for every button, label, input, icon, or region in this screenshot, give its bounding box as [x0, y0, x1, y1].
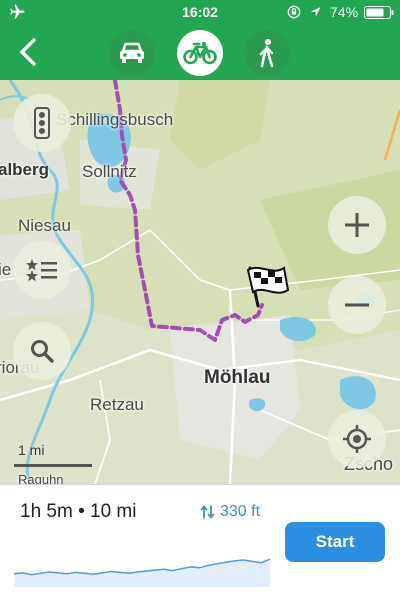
map-search-button[interactable] [13, 322, 71, 380]
car-mode-button[interactable] [109, 30, 155, 76]
bookmarks-list-icon [26, 259, 57, 282]
status-bar: 16:02 74% [0, 0, 400, 24]
map-label-raguhn: Raguhn [18, 472, 64, 484]
map-view[interactable]: Schillingsbusch Sollnitz alberg Niesau i… [0, 80, 400, 484]
map-scale: 1 mi [14, 442, 92, 470]
elevation-gain: 330 ft [200, 503, 260, 521]
traffic-light-icon [34, 107, 50, 139]
my-location-icon [343, 425, 371, 453]
zoom-out-icon [345, 303, 369, 307]
map-label-mohlau: Möhlau [204, 367, 271, 388]
map-label-ie: ie [0, 260, 12, 279]
map-label-alberg: alberg [0, 160, 50, 179]
zoom-in-button[interactable] [328, 196, 386, 254]
up-down-arrows-icon [200, 505, 215, 519]
elevation-gain-value: 330 ft [220, 503, 261, 520]
elevation-profile[interactable] [14, 533, 270, 587]
battery-percent: 74% [330, 4, 359, 20]
map-label-sollnitz: Sollnitz [82, 162, 137, 181]
my-location-button[interactable] [328, 410, 386, 468]
back-button[interactable] [10, 32, 46, 72]
start-button[interactable]: Start [285, 522, 385, 562]
map-label-schillingsbusch: Schillingsbusch [56, 110, 174, 129]
pedestrian-icon [259, 39, 274, 68]
location-arrow-icon [310, 7, 321, 17]
scale-label: 1 mi [18, 442, 45, 458]
route-mode-bar [0, 24, 400, 80]
search-icon [31, 340, 54, 363]
walking-mode-button[interactable] [244, 30, 290, 76]
car-icon [120, 42, 144, 63]
zoom-in-icon [345, 213, 369, 237]
battery-icon [364, 6, 394, 19]
bicycle-mode-button[interactable] [177, 30, 223, 76]
map-label-niesau: Niesau [18, 216, 71, 235]
zoom-out-button[interactable] [328, 276, 386, 334]
scale-bar [14, 464, 92, 467]
traffic-button[interactable] [13, 94, 71, 152]
bicycle-icon [183, 42, 217, 65]
bookmarks-button[interactable] [13, 241, 71, 299]
orientation-lock-icon [287, 5, 301, 19]
route-summary-panel: 1h 5m • 10 mi 330 ft Start [0, 484, 400, 600]
map-label-retzau: Retzau [90, 395, 144, 414]
chevron-left-icon [20, 38, 36, 66]
route-time-distance: 1h 5m • 10 mi [20, 501, 137, 522]
